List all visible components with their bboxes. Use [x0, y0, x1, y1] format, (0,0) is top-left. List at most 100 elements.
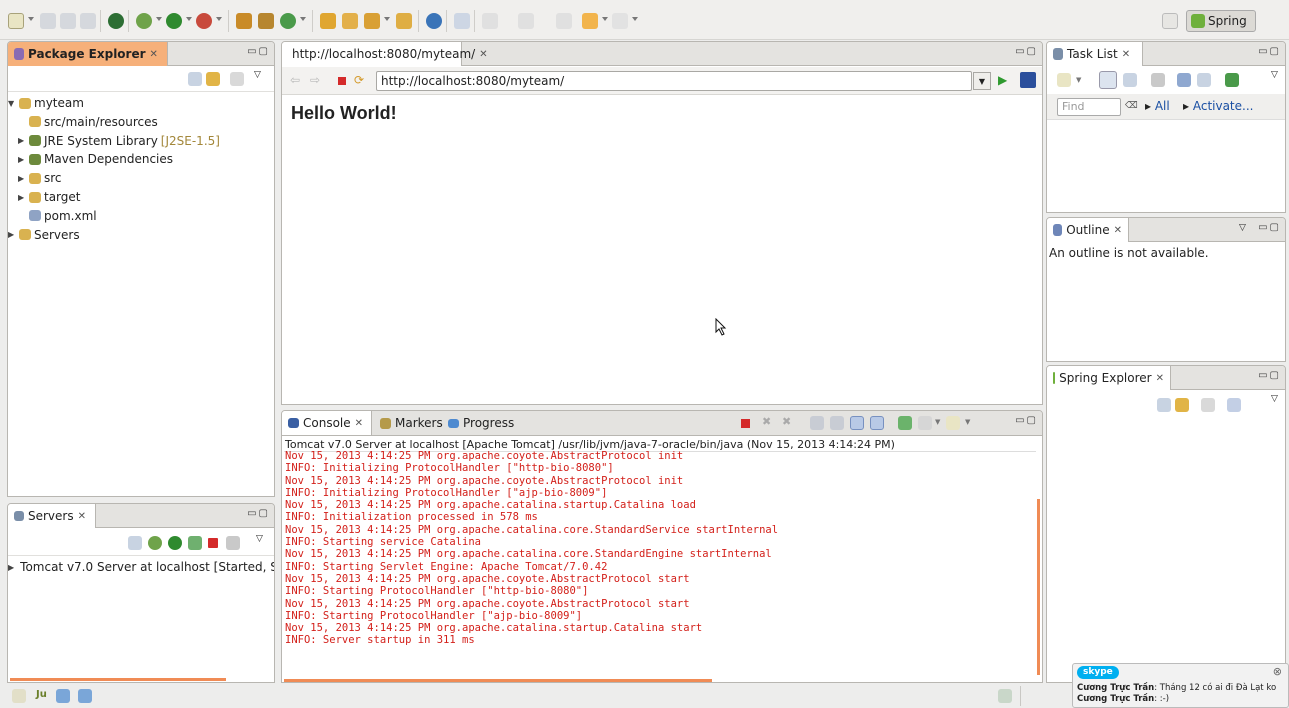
toggle-mark-icon[interactable] — [454, 13, 470, 29]
fast-view-icon[interactable] — [12, 689, 26, 703]
twisty-icon[interactable]: ▶ — [8, 230, 16, 239]
external-tools-icon[interactable] — [196, 13, 212, 29]
close-icon[interactable]: ✕ — [1114, 225, 1122, 236]
view-menu-icon[interactable]: ▽ — [1271, 394, 1278, 404]
minimize-maximize-icon[interactable]: ▭▢ — [1258, 222, 1281, 233]
new-task-icon[interactable] — [1057, 73, 1071, 87]
sort-icon[interactable] — [1227, 398, 1241, 412]
tree-item[interactable]: ▼ myteam — [8, 94, 84, 112]
clear-console-icon[interactable] — [810, 416, 824, 430]
profile-server-icon[interactable] — [188, 536, 202, 550]
view-menu-icon[interactable]: ▽ — [256, 534, 263, 544]
collapse-all-icon[interactable] — [1197, 73, 1211, 87]
tree-item[interactable]: src/main/resources — [18, 113, 158, 131]
run-icon[interactable] — [166, 13, 182, 29]
find-input[interactable]: Find — [1057, 98, 1121, 116]
debug-icon[interactable] — [136, 13, 152, 29]
stop-icon[interactable] — [338, 77, 346, 85]
all-link[interactable]: ▸ All — [1145, 99, 1170, 113]
remove-launch-icon[interactable]: ✖ — [762, 415, 771, 428]
twisty-icon[interactable]: ▶ — [18, 155, 26, 164]
tree-item[interactable]: ▶ target — [18, 188, 81, 206]
pin-console-icon[interactable] — [898, 416, 912, 430]
view-menu-icon[interactable]: ▽ — [254, 70, 261, 80]
tab-outline[interactable]: Outline ✕ — [1047, 218, 1129, 242]
close-icon[interactable]: ✕ — [479, 49, 487, 60]
display-console-icon[interactable] — [918, 416, 932, 430]
save-icon[interactable] — [40, 13, 56, 29]
twisty-icon[interactable]: ▶ — [18, 136, 26, 145]
filter-icon[interactable] — [1201, 398, 1215, 412]
forward-icon[interactable] — [612, 13, 628, 29]
search-icon[interactable] — [364, 13, 380, 29]
link-with-editor-icon[interactable] — [206, 72, 220, 86]
spring-icon[interactable] — [108, 13, 124, 29]
focus-icon[interactable] — [230, 72, 244, 86]
hide-completed-icon[interactable] — [1151, 73, 1165, 87]
heap-status-icon[interactable] — [998, 689, 1012, 703]
tree-item[interactable]: ▶ Servers — [8, 226, 80, 244]
scrollbar[interactable] — [10, 678, 226, 681]
activate-link[interactable]: ▸ Activate... — [1183, 99, 1253, 113]
close-icon[interactable]: ✕ — [150, 49, 158, 60]
show-on-stdout-icon[interactable] — [850, 416, 864, 430]
new-package-icon[interactable] — [258, 13, 274, 29]
link-with-editor-icon[interactable] — [1175, 398, 1189, 412]
tree-item[interactable]: ▶ Maven Dependencies — [18, 150, 173, 168]
open-console-icon[interactable] — [946, 416, 960, 430]
minimize-maximize-icon[interactable]: ▭▢ — [247, 46, 270, 57]
open-perspective-icon[interactable] — [1162, 13, 1178, 29]
twisty-icon[interactable]: ▶ — [18, 174, 26, 183]
view-menu-icon[interactable]: ▽ — [1271, 70, 1278, 80]
last-edit-icon[interactable] — [556, 13, 572, 29]
twisty-icon[interactable]: ▶ — [18, 193, 26, 202]
close-icon[interactable]: ✕ — [1156, 373, 1164, 384]
console-hscrollbar[interactable] — [284, 679, 712, 682]
view-menu-icon[interactable]: ▽ — [1239, 223, 1246, 233]
minimize-maximize-icon[interactable]: ▭▢ — [1015, 415, 1038, 426]
refresh-icon[interactable]: ⟳ — [354, 73, 364, 87]
previous-annotation-icon[interactable] — [518, 13, 534, 29]
tab-browser[interactable]: http://localhost:8080/myteam/ ✕ — [282, 42, 488, 66]
hierarchy-icon[interactable] — [78, 689, 92, 703]
new-icon[interactable] — [8, 13, 24, 29]
next-annotation-icon[interactable] — [482, 13, 498, 29]
categorized-icon[interactable] — [1099, 71, 1117, 89]
minimize-maximize-icon[interactable]: ▭▢ — [247, 508, 270, 519]
tab-package-explorer[interactable]: Package Explorer ✕ — [8, 42, 168, 66]
close-icon[interactable]: ✕ — [1122, 49, 1130, 60]
focus-workweek-icon[interactable] — [1177, 73, 1191, 87]
collapse-icon[interactable] — [128, 536, 142, 550]
tab-console[interactable]: Console ✕ — [282, 411, 372, 435]
remove-all-icon[interactable]: ✖ — [782, 415, 791, 428]
junit-icon[interactable]: Ju — [36, 689, 47, 700]
servers-fast-icon[interactable] — [56, 689, 70, 703]
web-browser-icon[interactable] — [426, 13, 442, 29]
server-entry[interactable]: ▶ Tomcat v7.0 Server at localhost [Start… — [8, 558, 274, 576]
tab-progress[interactable]: Progress — [442, 411, 520, 435]
synchronize-icon[interactable] — [1225, 73, 1239, 87]
show-on-stderr-icon[interactable] — [870, 416, 884, 430]
minimize-maximize-icon[interactable]: ▭▢ — [1258, 370, 1281, 381]
tree-item[interactable]: ▶ src — [18, 169, 62, 187]
save-all-icon[interactable] — [60, 13, 76, 29]
external-browser-icon[interactable] — [1020, 72, 1036, 88]
back-icon[interactable] — [582, 13, 598, 29]
print-icon[interactable] — [80, 13, 96, 29]
tab-servers[interactable]: Servers ✕ — [8, 504, 96, 528]
go-icon[interactable]: ▶ — [998, 73, 1007, 87]
collapse-all-icon[interactable] — [188, 72, 202, 86]
twisty-icon[interactable]: ▼ — [8, 99, 16, 108]
open-folder-icon[interactable] — [396, 13, 412, 29]
new-class-icon[interactable] — [280, 13, 296, 29]
minimize-maximize-icon[interactable]: ▭▢ — [1015, 46, 1038, 57]
url-history-dropdown[interactable]: ▼ — [973, 72, 991, 90]
debug-server-icon[interactable] — [148, 536, 162, 550]
tree-item[interactable]: ▶ JRE System Library [J2SE-1.5] — [18, 132, 220, 150]
skype-notification[interactable]: skype ⊗ Cương Trực Trần: Tháng 12 có ai … — [1072, 663, 1289, 708]
forward-arrow-icon[interactable]: ⇨ — [310, 73, 320, 87]
console-output[interactable]: Nov 15, 2013 4:14:25 PM org.apache.coyot… — [285, 450, 1034, 678]
collapse-all-icon[interactable] — [1157, 398, 1171, 412]
spring-perspective-button[interactable]: Spring — [1186, 10, 1256, 32]
back-arrow-icon[interactable]: ⇦ — [290, 73, 300, 87]
